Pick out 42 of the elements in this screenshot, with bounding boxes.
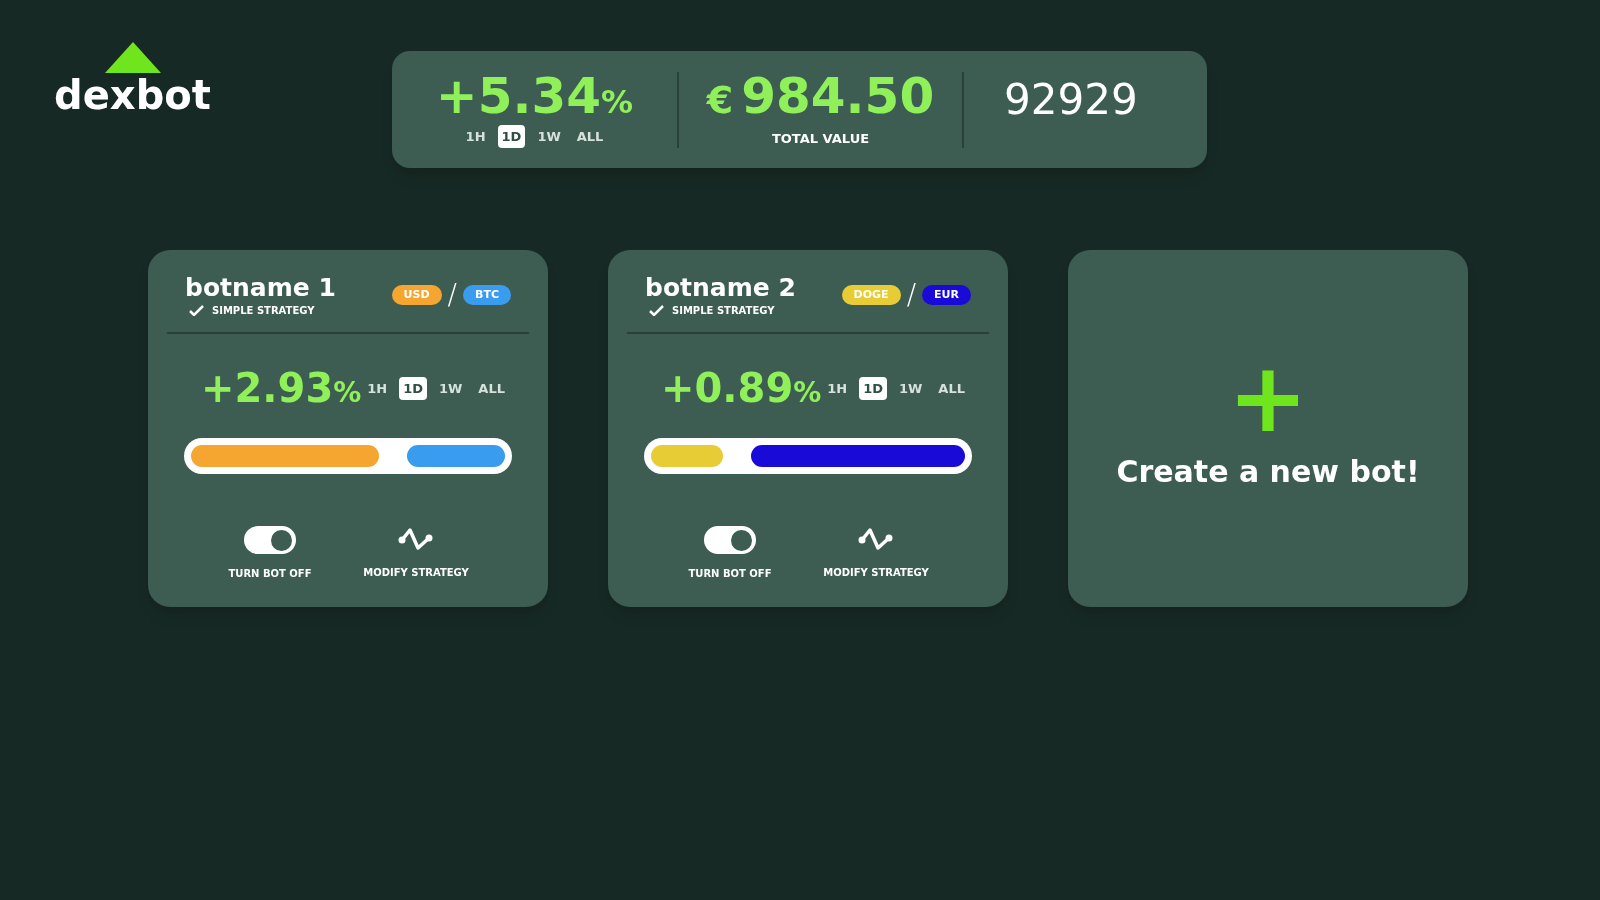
currency-symbol: €	[706, 80, 734, 119]
period-tab[interactable]: ALL	[474, 376, 509, 400]
check-icon	[649, 305, 664, 317]
check-icon	[189, 305, 204, 317]
currency-tag: DOGE	[841, 284, 901, 306]
total-value-label: TOTAL VALUE	[771, 129, 870, 148]
plus-icon: +	[1227, 363, 1309, 433]
summary-number: 92929	[1004, 78, 1138, 121]
total-change: +5.34%	[435, 70, 634, 121]
period-tab[interactable]: 1D	[859, 376, 887, 400]
bot-name: botname 2	[645, 272, 796, 304]
period-tab[interactable]: 1H	[461, 124, 490, 149]
period-tab[interactable]: 1W	[434, 376, 467, 400]
pair-separator: /	[447, 281, 458, 310]
currency-tag: BTC	[463, 284, 511, 306]
toggle-switch[interactable]	[244, 526, 296, 555]
logo: dexbot	[54, 73, 211, 117]
period-tab[interactable]: 1W	[894, 376, 927, 400]
period-tab[interactable]: ALL	[572, 124, 608, 149]
modify-strategy-label[interactable]: MODIFY STRATEGY	[823, 565, 929, 581]
bot-name: botname 1	[185, 272, 336, 304]
currency-tag: EUR	[922, 284, 971, 306]
logo-triangle-icon	[104, 42, 161, 73]
period-tab[interactable]: 1D	[497, 124, 526, 149]
bot-change: +0.89%	[661, 368, 822, 409]
period-tab[interactable]: 1H	[823, 376, 852, 400]
period-tab[interactable]: 1D	[399, 376, 427, 400]
period-tab[interactable]: ALL	[934, 376, 969, 400]
strategy-label: SIMPLE STRATEGY	[212, 304, 315, 319]
pair-separator: /	[906, 281, 917, 310]
period-tab[interactable]: 1W	[533, 124, 565, 149]
currency-tag: USD	[391, 284, 442, 306]
period-tab[interactable]: 1H	[363, 376, 392, 400]
modify-strategy-label[interactable]: MODIFY STRATEGY	[363, 565, 469, 581]
create-bot-card[interactable]: + Create a new bot!	[1068, 250, 1468, 607]
create-bot-label: Create a new bot!	[1116, 453, 1420, 491]
total-value: 984.50	[741, 70, 935, 121]
toggle-switch[interactable]	[704, 526, 756, 555]
bot-change: +2.93%	[201, 368, 362, 409]
toggle-label: TURN BOT OFF	[228, 567, 312, 582]
strategy-label: SIMPLE STRATEGY	[672, 304, 775, 319]
toggle-label: TURN BOT OFF	[688, 567, 772, 582]
